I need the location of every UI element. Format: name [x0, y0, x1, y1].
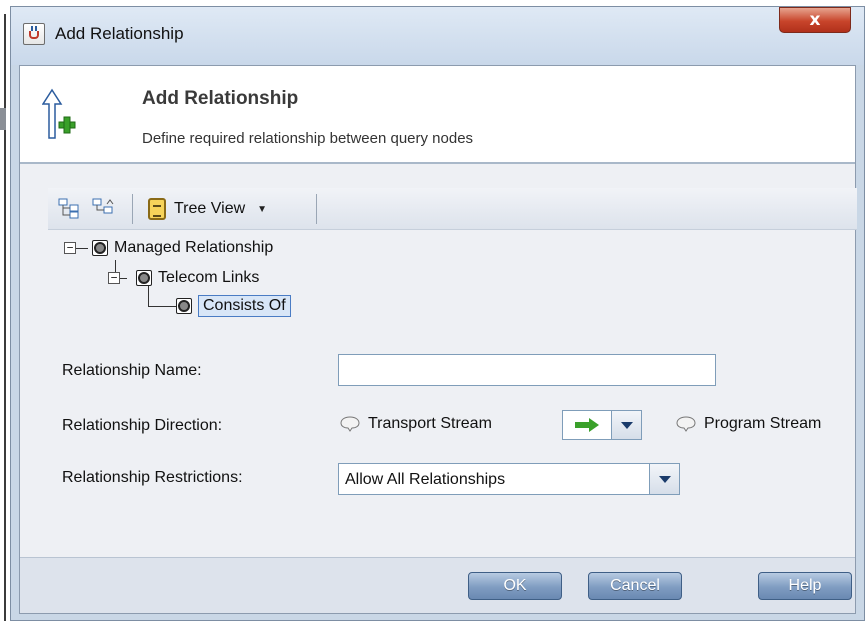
tree-item-label: Telecom Links — [158, 269, 260, 286]
relationship-tree: − Managed Relationship − Telecom Links C… — [48, 230, 857, 330]
node-type-icon — [136, 270, 152, 286]
tree-view-dropdown[interactable]: Tree View ▼ — [148, 195, 267, 223]
cancel-button[interactable]: Cancel — [588, 572, 682, 600]
speech-bubble-icon — [340, 416, 360, 432]
tree-toolbar: Tree View ▼ — [48, 188, 857, 230]
chevron-down-icon — [658, 475, 671, 483]
node-type-icon — [176, 298, 192, 314]
header-title: Add Relationship — [142, 88, 299, 109]
restrictions-dropdown-button[interactable] — [649, 464, 679, 494]
collapse-toggle-icon[interactable]: − — [108, 272, 120, 284]
ok-button[interactable]: OK — [468, 572, 562, 600]
direction-from-label: Transport Stream — [368, 415, 492, 432]
window-title: Add Relationship — [55, 24, 184, 43]
dialog-header: Add Relationship Define required relatio… — [20, 66, 855, 164]
relationship-direction-label: Relationship Direction: — [62, 417, 223, 434]
direction-dropdown-button[interactable] — [611, 411, 641, 439]
toolbar-separator — [316, 194, 317, 224]
tree-item-label-selected: Consists Of — [198, 295, 291, 317]
chevron-down-icon: ▼ — [257, 203, 268, 215]
add-relationship-dialog: Add Relationship x Add Relationship Defi… — [10, 6, 865, 621]
relationship-name-label: Relationship Name: — [62, 362, 202, 379]
collapse-toggle-icon[interactable]: − — [64, 242, 76, 254]
expand-all-icon[interactable] — [58, 197, 80, 219]
toolbar-separator — [132, 194, 133, 224]
java-cup-icon — [23, 23, 45, 45]
backdrop-edge — [4, 14, 6, 621]
close-icon: x — [809, 10, 821, 30]
tree-view-label: Tree View — [174, 200, 246, 217]
direction-to-option[interactable]: Program Stream — [676, 415, 821, 433]
direction-from-option[interactable]: Transport Stream — [340, 415, 492, 433]
relationship-restrictions-select[interactable]: Allow All Relationships — [338, 463, 680, 495]
right-arrow-icon — [563, 411, 611, 439]
dialog-content: Add Relationship Define required relatio… — [19, 65, 857, 614]
relationship-restrictions-label: Relationship Restrictions: — [62, 469, 243, 486]
help-button[interactable]: Help — [758, 572, 852, 600]
chevron-down-icon — [620, 421, 633, 429]
node-type-icon — [92, 240, 108, 256]
collapse-all-icon[interactable] — [92, 197, 114, 219]
clipboard-icon — [148, 198, 166, 220]
arrow-up-plus-icon — [42, 88, 76, 139]
header-subtitle: Define required relationship between que… — [142, 130, 474, 147]
tree-item[interactable]: Consists Of — [176, 294, 291, 318]
direction-selector[interactable] — [562, 410, 642, 440]
close-button[interactable]: x — [779, 7, 851, 33]
tree-item-label: Managed Relationship — [114, 239, 274, 256]
tree-item[interactable]: − Telecom Links — [108, 266, 259, 290]
restrictions-selected-value: Allow All Relationships — [345, 471, 506, 488]
title-bar[interactable]: Add Relationship x — [11, 7, 864, 65]
direction-to-label: Program Stream — [704, 415, 822, 432]
tree-item[interactable]: − Managed Relationship — [64, 236, 273, 260]
speech-bubble-icon — [676, 416, 696, 432]
relationship-name-input[interactable] — [338, 354, 716, 386]
dialog-footer: OK Cancel Help — [20, 557, 855, 613]
backdrop-marker — [0, 108, 6, 130]
